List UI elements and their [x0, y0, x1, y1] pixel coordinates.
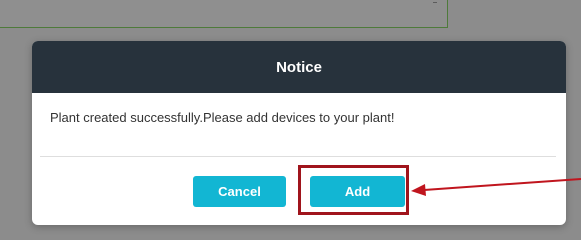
dialog-header: Notice [32, 41, 566, 93]
dialog-divider [40, 156, 556, 157]
cancel-button[interactable]: Cancel [193, 176, 286, 207]
screen: Notice Plant created successfully.Please… [0, 0, 581, 240]
cancel-button-label: Cancel [218, 184, 261, 199]
background-input-field [0, 0, 448, 28]
dialog-title: Notice [276, 58, 322, 76]
dialog-message: Plant created successfully.Please add de… [50, 110, 395, 125]
annotation-highlight-box [298, 165, 409, 215]
field-mark [433, 0, 437, 3]
dialog-body: Plant created successfully.Please add de… [32, 110, 566, 158]
